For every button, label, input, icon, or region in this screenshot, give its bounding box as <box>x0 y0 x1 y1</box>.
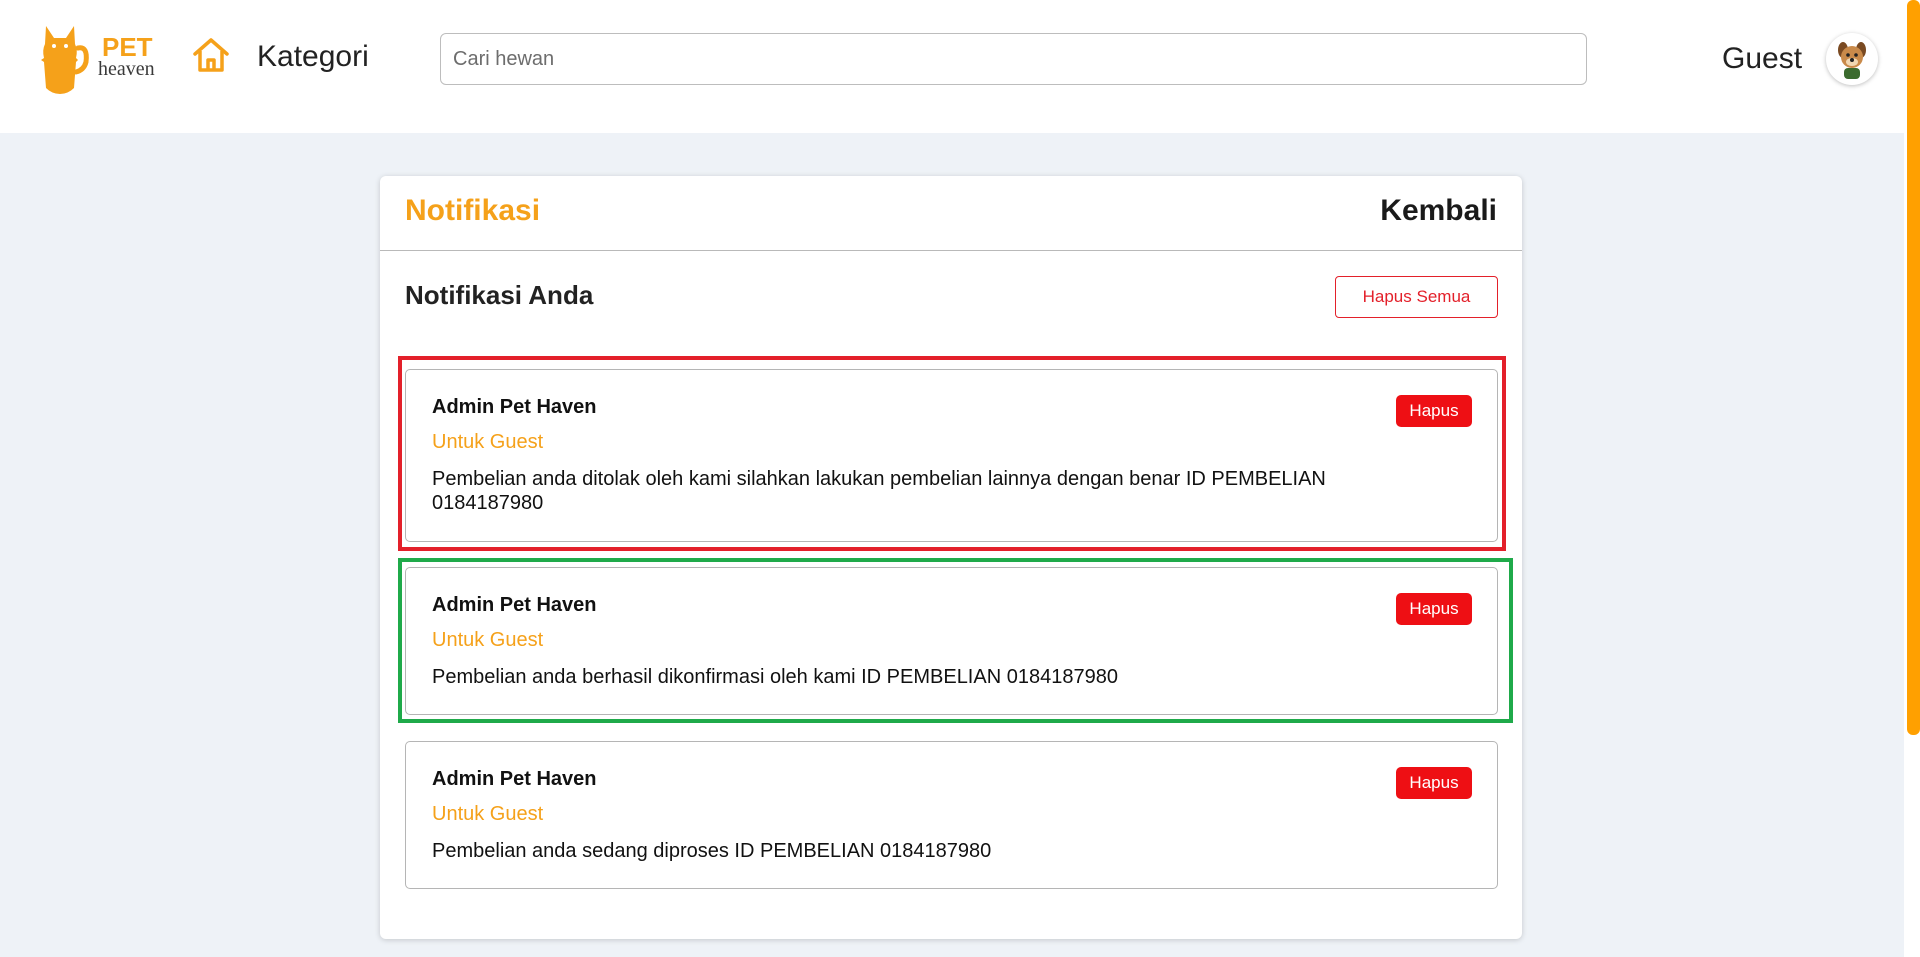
top-header: PET heaven Kategori Guest <box>0 0 1920 133</box>
delete-notification-button[interactable]: Hapus <box>1396 593 1472 625</box>
notification-message: Pembelian anda berhasil dikonfirmasi ole… <box>432 666 1118 688</box>
delete-all-button[interactable]: Hapus Semua <box>1335 276 1498 318</box>
page-title: Notifikasi <box>405 194 541 227</box>
section-title: Notifikasi Anda <box>405 280 594 310</box>
home-icon[interactable] <box>191 35 231 75</box>
notification-sender: Admin Pet Haven <box>432 768 597 790</box>
pet-heaven-logo[interactable]: PET heaven <box>38 18 163 94</box>
cat-logo-icon <box>41 26 89 94</box>
delete-notification-button[interactable]: Hapus <box>1396 395 1472 427</box>
notification-message: Pembelian anda sedang diproses ID PEMBEL… <box>432 840 992 862</box>
scrollbar[interactable] <box>1904 0 1920 957</box>
notification-message: Pembelian anda ditolak oleh kami silahka… <box>432 468 1326 514</box>
scrollbar-thumb[interactable] <box>1907 0 1920 735</box>
notification-card: Notifikasi Kembali Notifikasi Anda Hapus… <box>380 176 1522 939</box>
notification-recipient: Untuk Guest <box>432 431 544 453</box>
nav-kategori[interactable]: Kategori <box>257 40 369 74</box>
user-name: Guest <box>1722 42 1803 75</box>
card-header: Notifikasi Kembali <box>380 176 1522 251</box>
avatar[interactable] <box>1826 33 1878 85</box>
logo-text-bottom: heaven <box>98 58 155 80</box>
search-input[interactable] <box>440 33 1587 85</box>
notification-recipient: Untuk Guest <box>432 629 544 651</box>
back-link[interactable]: Kembali <box>1380 194 1497 228</box>
notification-item: Admin Pet Haven Untuk Guest Pembelian an… <box>405 369 1498 542</box>
delete-notification-button[interactable]: Hapus <box>1396 767 1472 799</box>
notification-sender: Admin Pet Haven <box>432 594 597 616</box>
notification-item: Admin Pet Haven Untuk Guest Pembelian an… <box>405 567 1498 715</box>
notification-item: Admin Pet Haven Untuk Guest Pembelian an… <box>405 741 1498 889</box>
notification-sender: Admin Pet Haven <box>432 396 597 418</box>
dog-avatar-icon <box>1838 42 1866 79</box>
notification-recipient: Untuk Guest <box>432 803 544 825</box>
